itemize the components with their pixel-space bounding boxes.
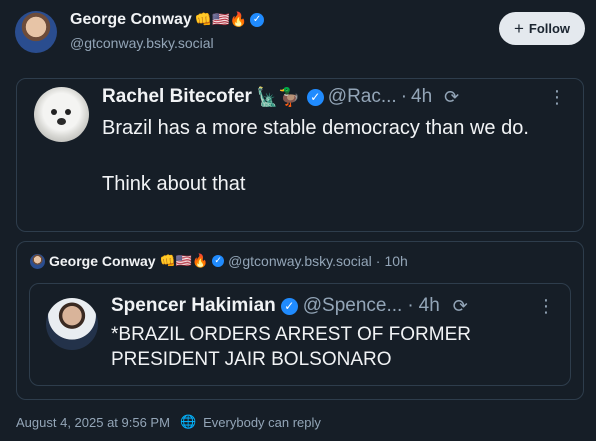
author-name-row[interactable]: George Conway 👊🇺🇸🔥 ✓: [70, 11, 265, 29]
repost-icon: ⟳: [452, 295, 468, 317]
quoted-author-name[interactable]: Rachel Bitecofer: [102, 86, 252, 108]
author-name[interactable]: George Conway: [70, 11, 192, 29]
avatar-nose: [57, 118, 66, 125]
quoted-author-row: Rachel Bitecofer 🗽🦆 ✓ @Rac... · 4h ⟳: [102, 86, 459, 108]
nested-author-avatar[interactable]: [46, 298, 98, 350]
nested-post-text: *BRAZIL ORDERS ARREST OF FORMER PRESIDEN…: [111, 324, 471, 370]
follow-button[interactable]: + Follow: [499, 12, 585, 45]
post-timestamp: August 4, 2025 at 9:56 PM: [16, 415, 170, 430]
quoted-author-avatar[interactable]: [34, 87, 89, 142]
more-options-icon[interactable]: ⋮: [548, 87, 566, 108]
quoted-post-text: Brazil has a more stable democracy than …: [102, 117, 529, 195]
post-time[interactable]: 4h: [411, 86, 432, 108]
follow-label: Follow: [528, 21, 571, 36]
quoted-author-handle[interactable]: @Rac...: [328, 86, 397, 108]
globe-icon: 🌐: [179, 415, 197, 430]
avatar-eye: [65, 109, 71, 115]
separator-dot: ·: [400, 86, 408, 107]
quoted-author-handle[interactable]: @gtconway.bsky.social: [228, 253, 372, 269]
quoted-author-emojis: 🗽🦆: [255, 86, 301, 108]
more-options-icon[interactable]: ⋮: [537, 296, 555, 317]
post-time[interactable]: 4h: [419, 295, 440, 317]
quoted-author-avatar[interactable]: [30, 253, 45, 269]
separator-dot: ·: [375, 253, 381, 269]
verified-icon[interactable]: ✓: [280, 297, 298, 315]
verified-icon[interactable]: ✓: [212, 255, 225, 267]
quoted-author-row: George Conway 👊🇺🇸🔥 ✓ @gtconway.bsky.soci…: [30, 253, 408, 269]
quoted-author-emojis: 👊🇺🇸🔥: [159, 253, 209, 269]
nested-author-handle[interactable]: @Spence...: [303, 295, 403, 317]
author-avatar[interactable]: [15, 11, 57, 53]
quoted-author-name[interactable]: George Conway: [49, 253, 156, 269]
author-handle[interactable]: @gtconway.bsky.social: [70, 35, 214, 51]
plus-icon: +: [513, 19, 524, 38]
repost-icon: ⟳: [444, 86, 460, 108]
verified-icon[interactable]: ✓: [250, 13, 265, 27]
nested-author-row: Spencer Hakimian ✓ @Spence... · 4h ⟳: [111, 295, 468, 317]
reply-setting[interactable]: Everybody can reply: [203, 415, 321, 430]
post-time[interactable]: 10h: [384, 253, 407, 269]
verified-icon[interactable]: ✓: [306, 88, 324, 106]
nested-author-name[interactable]: Spencer Hakimian: [111, 295, 276, 317]
post-footer: August 4, 2025 at 9:56 PM 🌐 Everybody ca…: [16, 415, 321, 430]
avatar-eye: [51, 109, 57, 115]
author-emojis: 👊🇺🇸🔥: [194, 12, 248, 28]
separator-dot: ·: [407, 295, 414, 316]
